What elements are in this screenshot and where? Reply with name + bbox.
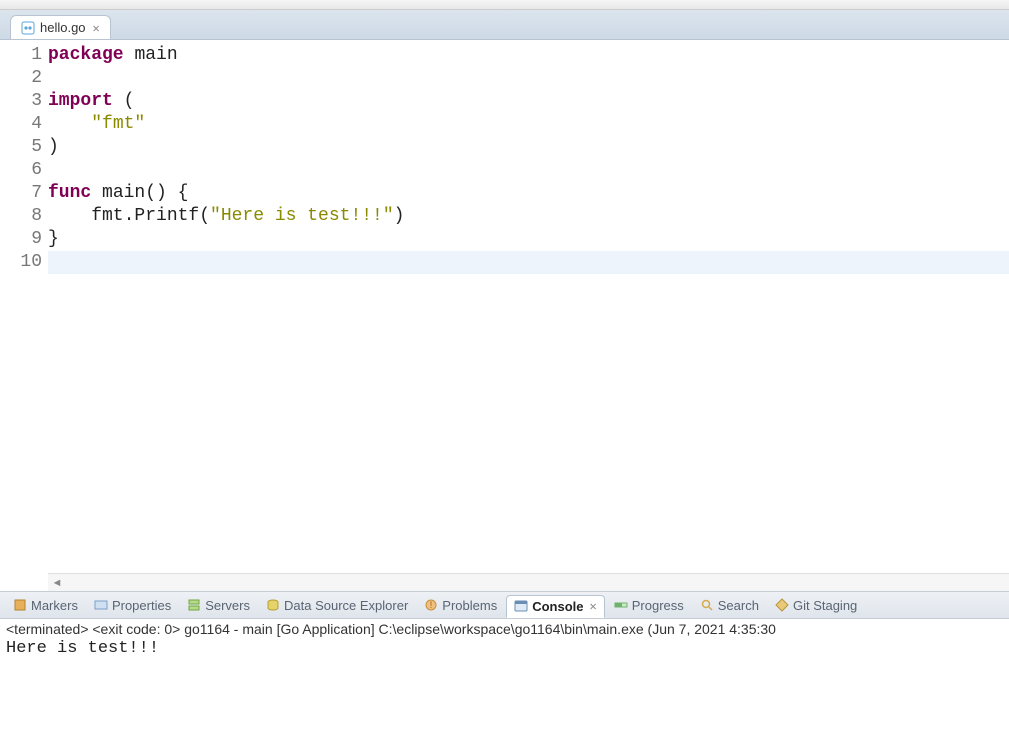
console-output: Here is test!!! <box>6 639 1003 658</box>
toolbar-strip <box>0 0 1009 10</box>
tab-label: Properties <box>112 598 171 613</box>
tab-console[interactable]: Console ✕ <box>506 595 605 618</box>
code-content[interactable]: package main import ( "fmt") func main()… <box>48 40 1009 591</box>
tab-properties[interactable]: Properties <box>87 595 178 616</box>
console-panel[interactable]: <terminated> <exit code: 0> go1164 - mai… <box>0 619 1009 739</box>
code-line[interactable]: import ( <box>48 90 1009 113</box>
close-icon[interactable]: ✕ <box>93 21 100 35</box>
code-line[interactable]: package main <box>48 44 1009 67</box>
horizontal-scrollbar[interactable]: ◄ <box>48 573 1009 591</box>
tab-data-source-explorer[interactable]: Data Source Explorer <box>259 595 415 616</box>
tab-label: Markers <box>31 598 78 613</box>
tab-search[interactable]: Search <box>693 595 766 616</box>
code-editor[interactable]: 12345678910 package main import ( "fmt")… <box>0 40 1009 591</box>
properties-icon <box>94 598 108 612</box>
tab-servers[interactable]: Servers <box>180 595 257 616</box>
problems-icon: ! <box>424 598 438 612</box>
code-line[interactable] <box>48 67 1009 90</box>
tab-git-staging[interactable]: Git Staging <box>768 595 864 616</box>
editor-tab-bar: hello.go ✕ <box>0 10 1009 40</box>
database-icon <box>266 598 280 612</box>
code-line[interactable]: fmt.Printf("Here is test!!!") <box>48 205 1009 228</box>
progress-icon <box>614 598 628 612</box>
tab-label: Progress <box>632 598 684 613</box>
tab-progress[interactable]: Progress <box>607 595 691 616</box>
search-icon <box>700 598 714 612</box>
code-line[interactable] <box>48 159 1009 182</box>
code-line[interactable]: ) <box>48 136 1009 159</box>
editor-tab-hello-go[interactable]: hello.go ✕ <box>10 15 111 39</box>
servers-icon <box>187 598 201 612</box>
markers-icon <box>13 598 27 612</box>
tab-label: Search <box>718 598 759 613</box>
tab-problems[interactable]: ! Problems <box>417 595 504 616</box>
scroll-left-icon[interactable]: ◄ <box>48 574 66 592</box>
git-icon <box>775 598 789 612</box>
tab-label: Data Source Explorer <box>284 598 408 613</box>
editor-tab-label: hello.go <box>40 20 86 35</box>
code-line[interactable]: "fmt" <box>48 113 1009 136</box>
tab-label: Git Staging <box>793 598 857 613</box>
code-line[interactable] <box>48 251 1009 274</box>
tab-label: Servers <box>205 598 250 613</box>
code-line[interactable]: func main() { <box>48 182 1009 205</box>
console-status-line: <terminated> <exit code: 0> go1164 - mai… <box>6 621 1003 637</box>
tab-label: Problems <box>442 598 497 613</box>
svg-text:!: ! <box>430 600 433 610</box>
tab-markers[interactable]: Markers <box>6 595 85 616</box>
line-number-gutter: 12345678910 <box>0 40 48 591</box>
tab-label: Console <box>532 599 583 614</box>
console-icon <box>514 599 528 613</box>
close-icon[interactable]: ✕ <box>590 599 597 613</box>
code-line[interactable]: } <box>48 228 1009 251</box>
bottom-panel-tabs: Markers Properties Servers Data Source E… <box>0 591 1009 619</box>
go-file-icon <box>21 21 35 35</box>
